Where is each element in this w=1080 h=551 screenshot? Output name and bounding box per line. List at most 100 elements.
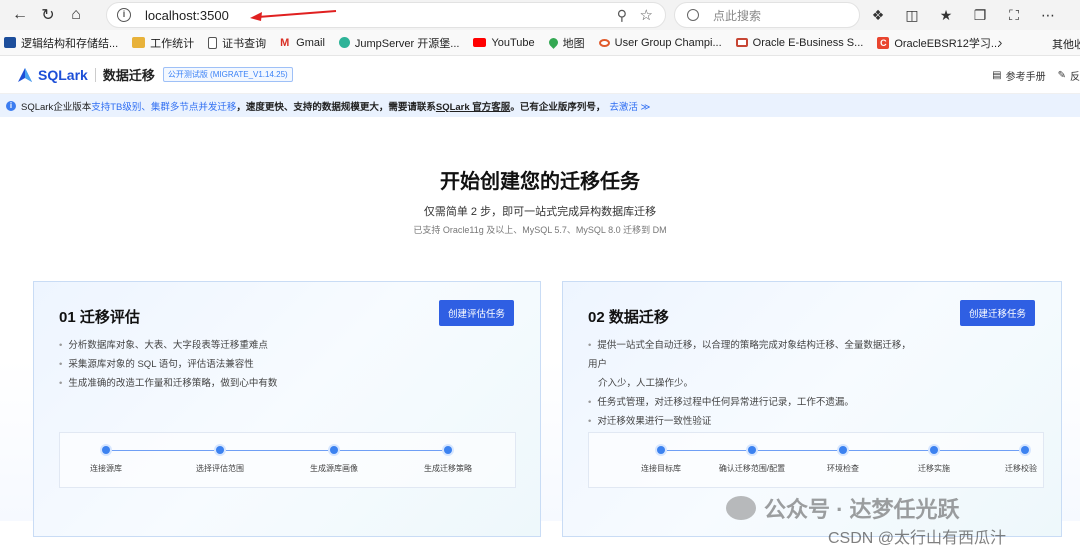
bookmarks-bar: 逻辑结构和存储结... 工作统计 证书查询 M Gmail JumpServer … [0, 30, 1080, 56]
bookmark-label: 地图 [562, 37, 585, 50]
site-info-icon[interactable]: i [117, 8, 131, 22]
zoom-icon[interactable]: ⚲ [617, 7, 627, 24]
assessment-steps: 连接源库 选择评估范围 生成源库画像 生成迁移策略 [59, 432, 516, 488]
page-subtitle: 仅需简单 2 步，即可一站式完成异构数据库迁移 [423, 206, 657, 218]
bookmark-item[interactable]: JumpServer 开源堡... [338, 35, 460, 51]
gmail-icon: M [280, 36, 290, 49]
more-options-icon[interactable]: ⋯ [1038, 7, 1058, 24]
book-icon: ▤ [992, 70, 1002, 81]
chevron-right-icon[interactable]: › [998, 35, 1002, 50]
list-item: 采集源库对象的 SQL 语句，评估语法兼容性 [59, 355, 277, 374]
collections-icon[interactable]: ❐ [970, 7, 990, 24]
url-text[interactable]: localhost:3500 [145, 8, 229, 23]
bookmark-label: Oracle E-Business S... [752, 36, 864, 49]
migration-steps: 连接目标库 确认迁移范围/配置 环境检查 迁移实施 迁移校验 [588, 432, 1044, 488]
card-feature-list: 分析数据库对象、大表、大字段表等迁移重难点 采集源库对象的 SQL 语句，评估语… [59, 336, 277, 393]
step-label: 生成源库画像 [310, 464, 358, 473]
notice-contact[interactable]: SQLark 官方客服 [436, 99, 510, 113]
step-dot [330, 446, 338, 454]
list-item: 任务式管理，对迁移过程中任何异常进行记录，工作不遗漏。 [588, 393, 918, 412]
step-label: 连接源库 [90, 464, 122, 473]
header-divider [94, 67, 96, 82]
bookmark-item[interactable]: M Gmail [280, 37, 325, 49]
search-icon [687, 9, 699, 21]
address-bar[interactable]: i localhost:3500 ⚲ ☆ [106, 2, 666, 28]
step-label: 迁移实施 [918, 464, 950, 473]
support-note: 已支持 Oracle11g 及以上、MySQL 5.7、MySQL 8.0 迁移… [413, 225, 667, 235]
app-title: 数据迁移 [102, 68, 155, 83]
split-screen-icon[interactable]: ◫ [902, 7, 922, 24]
logo-text: SQLark [38, 66, 88, 83]
step-label: 选择评估范围 [196, 464, 244, 473]
step-dot [102, 446, 110, 454]
assessment-card: 01 迁移评估 创建评估任务 分析数据库对象、大表、大字段表等迁移重难点 采集源… [33, 281, 541, 537]
activate-link[interactable]: 去激活 ≫ [609, 99, 650, 113]
jumpserver-icon [338, 37, 350, 48]
bookmark-item[interactable]: 地图 [546, 35, 585, 51]
bookmark-item[interactable]: 工作统计 [132, 35, 194, 51]
version-badge: 公开测试版 (MIGRATE_V1.14.25) [162, 67, 293, 82]
header-links: ▤ 参考手册 ✎ 反 [992, 68, 1080, 83]
extensions-icon[interactable]: ❖ [868, 7, 888, 24]
bookmark-label: 证书查询 [222, 37, 267, 50]
bookmark-item[interactable]: 逻辑结构和存储结... [4, 35, 118, 51]
map-icon [546, 36, 560, 49]
oracle-icon [735, 38, 748, 47]
browser-right-toolbar: ❖ ◫ ★ ❐ ⛶ ⋯ [868, 0, 1058, 30]
screenshot-icon[interactable]: ⛶ [1004, 7, 1024, 24]
wechat-watermark: 公众号 · 达梦任光跃 [726, 492, 960, 524]
manual-link[interactable]: ▤ 参考手册 [992, 68, 1045, 83]
search-placeholder: 点此搜索 [713, 8, 762, 23]
step-dot [748, 446, 756, 454]
youtube-icon [473, 38, 487, 47]
favorite-star-icon[interactable]: ☆ [640, 6, 653, 24]
other-bookmarks-folder[interactable]: 其他收 [1034, 36, 1080, 52]
bookmark-item[interactable]: C OracleEBSR12学习... [877, 35, 1000, 51]
bookmark-label: Gmail [296, 36, 325, 49]
feedback-link[interactable]: ✎ 反 [1058, 68, 1080, 83]
bookmark-label: User Group Champi... [614, 36, 722, 49]
bookmark-item[interactable]: YouTube [473, 37, 535, 49]
card-title: 01 迁移评估 [59, 309, 140, 326]
sqlark-logo-icon [18, 67, 32, 82]
red-annotation-arrow [250, 10, 337, 21]
feedback-link-label: 反 [1070, 72, 1080, 83]
home-icon[interactable]: ⌂ [62, 1, 90, 29]
list-item-text: 提供一站式全自动迁移，以合理的策略完成对象结构迁移、全量数据迁移，用户 [588, 340, 911, 370]
step-label: 环境检查 [827, 464, 859, 473]
browser-search-box[interactable]: 点此搜索 [674, 2, 860, 28]
favorites-icon[interactable]: ★ [936, 7, 956, 24]
step-connector [106, 450, 448, 451]
card-feature-list: 提供一站式全自动迁移，以合理的策略完成对象结构迁移、全量数据迁移，用户介入少，人… [588, 336, 918, 431]
csdn-icon: C [877, 36, 890, 49]
create-assessment-button[interactable]: 创建评估任务 [438, 300, 514, 326]
bookmark-item[interactable]: 证书查询 [208, 35, 266, 51]
create-migration-button[interactable]: 创建迁移任务 [959, 300, 1035, 326]
notice-banner: i SQLark企业版本 支持TB级别、集群多节点并发迁移 ，速度更快、支持的数… [0, 94, 1080, 117]
document-icon [208, 36, 218, 49]
list-item: 分析数据库对象、大表、大字段表等迁移重难点 [59, 336, 277, 355]
list-item: 生成准确的改造工作量和迁移策略，做到心中有数 [59, 374, 277, 393]
bookmark-label: JumpServer 开源堡... [354, 37, 460, 50]
list-item-text-continued: 介入少，人工操作少。 [598, 378, 694, 389]
step-dot [930, 446, 938, 454]
step-label: 连接目标库 [641, 464, 681, 473]
page-title: 开始创建您的迁移任务 [440, 171, 640, 193]
edit-icon: ✎ [1057, 70, 1066, 81]
main-content: 开始创建您的迁移任务 仅需简单 2 步，即可一站式完成异构数据库迁移 已支持 O… [0, 117, 1080, 537]
csdn-watermark: CSDN @太行山有西瓜汁 [828, 530, 1007, 547]
refresh-icon[interactable]: ↻ [34, 1, 62, 29]
step-dot [1021, 446, 1029, 454]
info-icon: i [6, 100, 16, 111]
step-dot [216, 446, 224, 454]
card-title: 02 数据迁移 [588, 309, 669, 326]
back-icon[interactable]: ← [6, 1, 34, 29]
step-label: 生成迁移策略 [424, 464, 472, 473]
bookmark-item[interactable]: User Group Champi... [598, 36, 722, 49]
step-dot [444, 446, 452, 454]
list-item: 对迁移效果进行一致性验证 [588, 412, 918, 431]
user-group-icon [598, 38, 610, 47]
list-item: 提供一站式全自动迁移，以合理的策略完成对象结构迁移、全量数据迁移，用户介入少，人… [588, 336, 918, 393]
bookmark-item[interactable]: Oracle E-Business S... [735, 36, 864, 49]
notice-middle: ，速度更快、支持的数据规模更大，需要请联系 [236, 101, 436, 113]
